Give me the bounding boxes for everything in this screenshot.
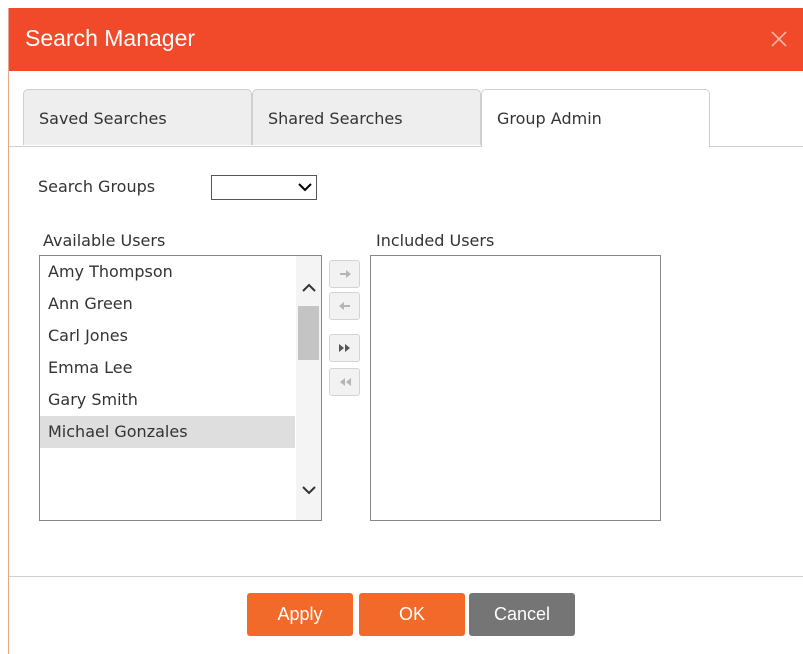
list-item[interactable]: Carl Jones bbox=[40, 320, 295, 352]
dialog-titlebar: Search Manager bbox=[9, 8, 803, 71]
list-item[interactable]: Emma Lee bbox=[40, 352, 295, 384]
available-users-list[interactable]: Amy Thompson Ann Green Carl Jones Emma L… bbox=[39, 255, 322, 521]
remove-selected-button[interactable] bbox=[329, 292, 360, 320]
scroll-thumb[interactable] bbox=[298, 306, 319, 360]
tab-label: Shared Searches bbox=[268, 109, 403, 128]
tab-saved-searches[interactable]: Saved Searches bbox=[23, 89, 252, 145]
chevron-down-icon bbox=[298, 183, 312, 192]
included-users-list[interactable] bbox=[370, 255, 661, 521]
page-background bbox=[0, 0, 8, 654]
add-selected-button[interactable] bbox=[329, 260, 360, 288]
tab-label: Group Admin bbox=[497, 109, 602, 128]
footer-divider bbox=[9, 576, 803, 577]
available-users-scrollbar[interactable] bbox=[296, 256, 321, 520]
tab-label: Saved Searches bbox=[39, 109, 167, 128]
search-groups-select[interactable] bbox=[211, 175, 317, 200]
tab-group-admin[interactable]: Group Admin bbox=[481, 89, 710, 147]
tab-bar: Saved Searches Shared Searches Group Adm… bbox=[9, 71, 803, 147]
double-right-icon bbox=[339, 344, 350, 352]
available-users-label: Available Users bbox=[43, 231, 166, 250]
dialog-title: Search Manager bbox=[25, 25, 196, 51]
list-item[interactable]: Amy Thompson bbox=[40, 256, 295, 288]
double-left-icon bbox=[340, 378, 351, 386]
chevron-down-icon[interactable] bbox=[301, 482, 317, 498]
list-item[interactable]: Ann Green bbox=[40, 288, 295, 320]
chevron-up-icon[interactable] bbox=[301, 280, 317, 296]
close-icon[interactable] bbox=[768, 28, 790, 50]
tab-shared-searches[interactable]: Shared Searches bbox=[252, 89, 481, 145]
search-groups-label: Search Groups bbox=[38, 177, 156, 196]
arrow-right-icon bbox=[340, 270, 351, 278]
list-item[interactable]: Michael Gonzales bbox=[40, 416, 295, 448]
add-all-button[interactable] bbox=[329, 334, 360, 362]
apply-button[interactable]: Apply bbox=[247, 593, 353, 636]
cancel-button[interactable]: Cancel bbox=[469, 593, 575, 636]
arrow-left-icon bbox=[339, 302, 350, 310]
included-users-label: Included Users bbox=[376, 231, 495, 250]
list-item[interactable]: Gary Smith bbox=[40, 384, 295, 416]
ok-button[interactable]: OK bbox=[359, 593, 465, 636]
search-manager-dialog: Search Manager Saved Searches Shared Sea… bbox=[8, 8, 803, 654]
remove-all-button[interactable] bbox=[329, 368, 360, 396]
